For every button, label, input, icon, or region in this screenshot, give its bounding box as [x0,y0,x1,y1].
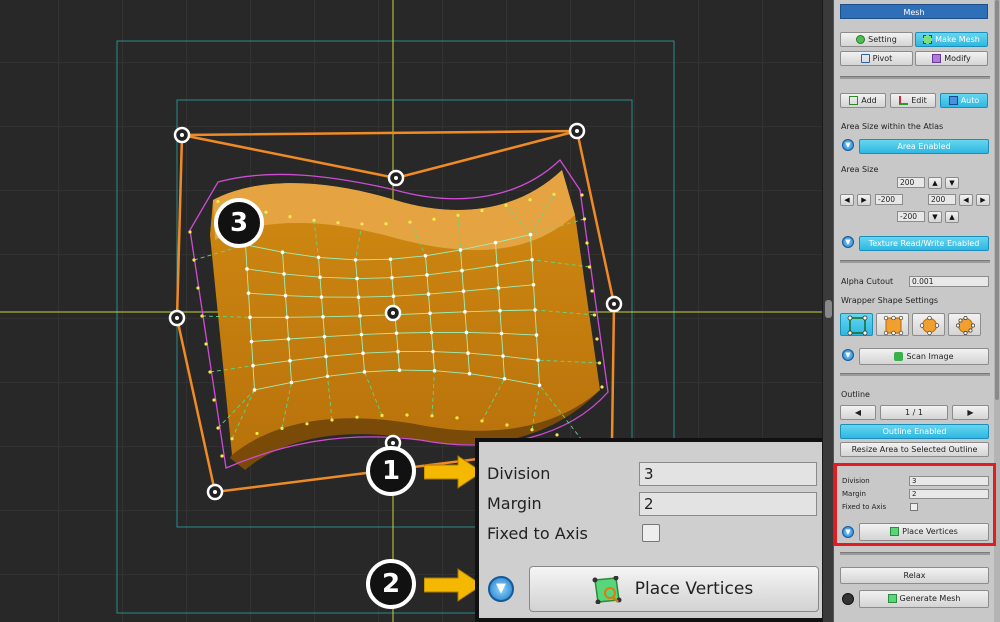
wrapper-shape-circle-button[interactable] [912,313,945,336]
divider [840,260,990,263]
app-window: 3 1 2 Division 3 Margin 2 Fixed to Axis … [0,0,1000,622]
tab-make-mesh[interactable]: Make Mesh [915,32,988,47]
mesh-icon [923,35,933,44]
grid-wrapper-icon [883,315,904,336]
chevron-down-icon[interactable]: ▼ [488,576,514,602]
alpha-cutout-field[interactable]: 0.001 [909,276,989,287]
wrapper-shape-circle-dense-button[interactable] [948,313,981,336]
place-vertices-icon [592,576,622,604]
scrollbar-thumb[interactable] [995,0,999,400]
arrow-left-button[interactable]: ◀ [840,194,854,206]
wrapper-settings-label: Wrapper Shape Settings [841,296,939,305]
callout-division-label: Division [487,464,551,483]
mode-auto-button[interactable]: Auto [940,93,988,108]
tab-setting[interactable]: Setting [840,32,913,47]
panel-splitter[interactable] [822,0,834,622]
wrapper-handle[interactable] [173,126,191,144]
outline-prev-button[interactable]: ◀ [840,405,876,420]
scan-image-label: Scan Image [906,352,954,361]
wrapper-handle[interactable] [206,483,224,501]
arrow-right-button[interactable]: ▶ [976,194,990,206]
arrow-left-button[interactable]: ◀ [959,194,973,206]
wrapper-handle[interactable] [384,304,402,322]
scan-image-button[interactable]: Scan Image [859,348,989,365]
callout-margin-label: Margin [487,494,542,513]
callout-fixed-axis-checkbox[interactable] [642,524,660,542]
tab-setting-label: Setting [868,35,897,44]
circle-dense-wrapper-icon [956,316,975,335]
add-vertex-icon [849,96,859,105]
tab-pivot-label: Pivot [872,54,893,63]
tab-modify-label: Modify [944,54,971,63]
wrapper-handle[interactable] [387,169,405,187]
modify-icon [932,54,942,63]
highlight-box [834,463,996,546]
mode-auto-label: Auto [960,96,980,105]
arrow-up-button[interactable]: ▲ [945,211,959,223]
texture-rw-button[interactable]: Texture Read/Write Enabled [859,236,989,251]
outline-page-indicator: 1 / 1 [880,405,948,420]
arrow-down-button[interactable]: ▼ [945,177,959,189]
tab-make-mesh-label: Make Mesh [935,35,980,44]
chevron-down-icon[interactable]: ▼ [842,139,854,151]
edit-vertex-icon [899,96,909,105]
generate-mesh-icon [887,594,897,603]
outline-next-button[interactable]: ▶ [952,405,989,420]
scan-icon [894,352,904,361]
gear-icon [856,35,866,44]
tab-pivot[interactable]: Pivot [840,51,913,66]
splitter-handle[interactable] [825,300,832,318]
divider [840,552,990,555]
area-bottom-field[interactable]: -200 [897,211,925,222]
circle-wrapper-icon [919,315,940,336]
tab-modify[interactable]: Modify [915,51,988,66]
area-right-field[interactable]: 200 [928,194,956,205]
panel-title: Mesh [840,4,988,19]
resize-area-button[interactable]: Resize Area to Selected Outline [840,442,989,457]
callout-division-field[interactable]: 3 [639,462,817,486]
auto-mesh-icon [948,96,958,105]
callout-place-vertices-button[interactable]: Place Vertices [529,566,819,612]
status-dot-icon [842,593,854,605]
chevron-down-icon[interactable]: ▼ [842,236,854,248]
generate-mesh-label: Generate Mesh [899,594,961,603]
wrapper-shape-rect-button[interactable] [840,313,873,336]
step-badge-1: 1 [366,446,416,496]
alpha-cutout-label: Alpha Cutout [841,277,894,286]
wrapper-handle[interactable] [168,309,186,327]
divider [840,76,990,79]
pivot-icon [860,54,870,63]
chevron-down-icon[interactable]: ▼ [842,349,854,361]
outline-enabled-button[interactable]: Outline Enabled [840,424,989,439]
divider [840,373,990,376]
outline-label: Outline [841,390,870,399]
area-top-field[interactable]: 200 [897,177,925,188]
rect-wrapper-icon [847,315,868,336]
arrow-down-button[interactable]: ▼ [928,211,942,223]
mode-add-button[interactable]: Add [840,93,886,108]
wrapper-handle[interactable] [568,122,586,140]
generate-mesh-button[interactable]: Generate Mesh [859,590,989,608]
area-size-label: Area Size [841,165,879,174]
wrapper-handle[interactable] [605,295,623,313]
zoom-callout: Division 3 Margin 2 Fixed to Axis ▼ Plac… [475,438,827,622]
callout-fixed-axis-label: Fixed to Axis [487,524,588,543]
step-badge-2: 2 [366,559,416,609]
wrapper-shape-grid-button[interactable] [876,313,909,336]
area-enabled-button[interactable]: Area Enabled [859,139,989,154]
area-left-field[interactable]: -200 [875,194,903,205]
step-badge-3: 3 [214,198,264,248]
callout-margin-field[interactable]: 2 [639,492,817,516]
arrow-up-button[interactable]: ▲ [928,177,942,189]
mode-edit-label: Edit [911,96,927,105]
mode-edit-button[interactable]: Edit [890,93,936,108]
arrow-right-button[interactable]: ▶ [857,194,871,206]
relax-button[interactable]: Relax [840,567,989,584]
area-atlas-label: Area Size within the Atlas [841,122,944,131]
mode-add-label: Add [861,96,877,105]
